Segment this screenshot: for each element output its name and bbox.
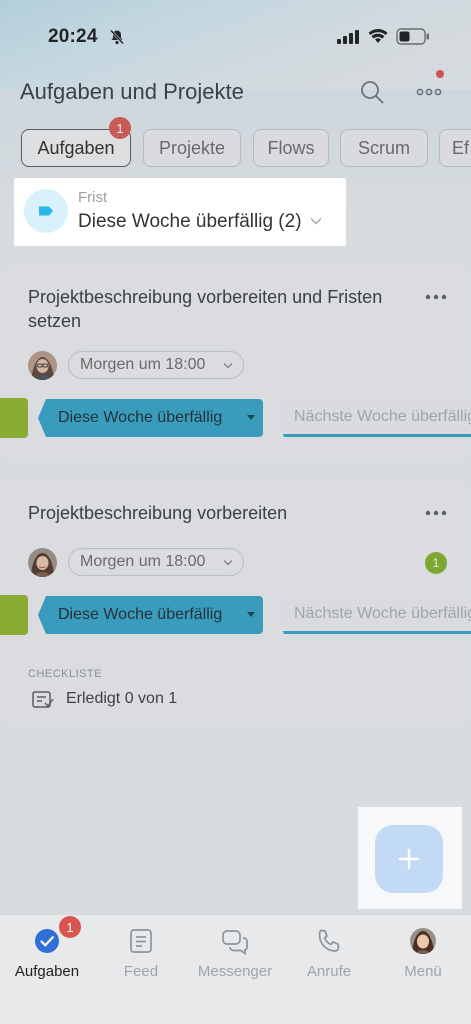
deadline-chip[interactable]: Morgen um 18:00 xyxy=(68,548,244,576)
notification-dot xyxy=(436,70,444,78)
avatar-icon xyxy=(410,928,436,954)
chevron-down-icon xyxy=(223,363,233,369)
task-card[interactable]: Projektbeschreibung vorbereiten und Fris… xyxy=(0,263,471,462)
more-horizontal-icon[interactable] xyxy=(424,510,448,516)
chevron-down-icon xyxy=(223,560,233,566)
caret-down-icon xyxy=(247,612,255,617)
status-time: 20:24 xyxy=(48,26,98,47)
chevron-down-icon[interactable] xyxy=(310,217,322,225)
stage-current[interactable]: Diese Woche überfällig xyxy=(38,596,263,634)
stage-previous[interactable] xyxy=(0,595,28,635)
tab-badge: 1 xyxy=(109,117,131,139)
more-options-icon[interactable] xyxy=(415,82,443,102)
filter-value[interactable]: Diese Woche überfällig (2) xyxy=(78,211,302,233)
chat-icon xyxy=(222,930,248,955)
search-icon[interactable] xyxy=(360,80,384,104)
tab-scrum[interactable]: Scrum xyxy=(340,129,428,167)
wifi-icon xyxy=(368,28,388,43)
stage-next[interactable]: Nächste Woche überfällig xyxy=(276,399,471,437)
nav-label: Menü xyxy=(404,963,442,980)
tab-efficiency[interactable]: Ef xyxy=(439,129,471,167)
status-bar: 20:24 xyxy=(0,0,471,70)
nav-badge: 1 xyxy=(59,916,81,938)
checklist-progress[interactable]: Erledigt 0 von 1 xyxy=(66,690,177,708)
deadline-filter[interactable]: Frist Diese Woche überfällig (2) xyxy=(14,178,346,246)
battery-icon xyxy=(396,28,429,45)
bell-off-icon xyxy=(110,29,124,45)
filter-icon-circle xyxy=(24,189,68,233)
nav-label: Messenger xyxy=(197,963,273,980)
task-title[interactable]: Projektbeschreibung vorbereiten xyxy=(28,501,388,525)
phone-icon xyxy=(318,929,340,952)
stage-current[interactable]: Diese Woche überfällig xyxy=(38,399,263,437)
filter-label: Frist xyxy=(78,189,108,206)
nav-menu[interactable]: Menü xyxy=(376,915,470,995)
avatar[interactable] xyxy=(28,351,57,380)
deadline-chip[interactable]: Morgen um 18:00 xyxy=(68,351,244,379)
deadline-text: Morgen um 18:00 xyxy=(80,356,206,373)
signal-icon xyxy=(337,30,359,44)
plus-icon xyxy=(398,848,420,870)
stage-next[interactable]: Nächste Woche überfällig xyxy=(276,596,471,634)
nav-calls[interactable]: Anrufe xyxy=(282,915,376,995)
task-card[interactable]: Projektbeschreibung vorbereiten Morgen u… xyxy=(0,479,471,724)
avatar[interactable] xyxy=(28,548,57,577)
nav-label: Feed xyxy=(123,963,159,980)
nav-label: Aufgaben xyxy=(14,963,80,980)
comment-counter-badge: 1 xyxy=(425,552,447,574)
stage-current-label: Diese Woche überfällig xyxy=(58,409,223,426)
tag-icon xyxy=(39,206,53,216)
caret-down-icon xyxy=(247,415,255,420)
nav-messenger[interactable]: Messenger xyxy=(188,915,282,995)
fab-highlight xyxy=(358,807,462,909)
stage-current-label: Diese Woche überfällig xyxy=(58,606,223,623)
add-task-button[interactable] xyxy=(375,825,443,893)
nav-feed[interactable]: Feed xyxy=(94,915,188,995)
stage-next-label: Nächste Woche überfällig xyxy=(294,407,471,425)
checklist-icon xyxy=(32,691,54,708)
stage-previous[interactable] xyxy=(0,398,28,438)
check-circle-icon xyxy=(35,929,59,953)
task-title[interactable]: Projektbeschreibung vorbereiten und Fris… xyxy=(28,285,388,333)
tab-flows[interactable]: Flows xyxy=(253,129,329,167)
more-horizontal-icon[interactable] xyxy=(424,294,448,300)
app-screen: 20:24 Aufgaben und Projekte Aufgaben Pro… xyxy=(0,0,471,1024)
deadline-text: Morgen um 18:00 xyxy=(80,553,206,570)
nav-label: Anrufe xyxy=(306,963,352,980)
tab-projekte[interactable]: Projekte xyxy=(143,129,241,167)
stage-next-label: Nächste Woche überfällig xyxy=(294,604,471,622)
feed-icon xyxy=(130,929,152,953)
checklist-heading: CHECKLISTE xyxy=(28,668,103,680)
page-title: Aufgaben und Projekte xyxy=(20,79,244,104)
